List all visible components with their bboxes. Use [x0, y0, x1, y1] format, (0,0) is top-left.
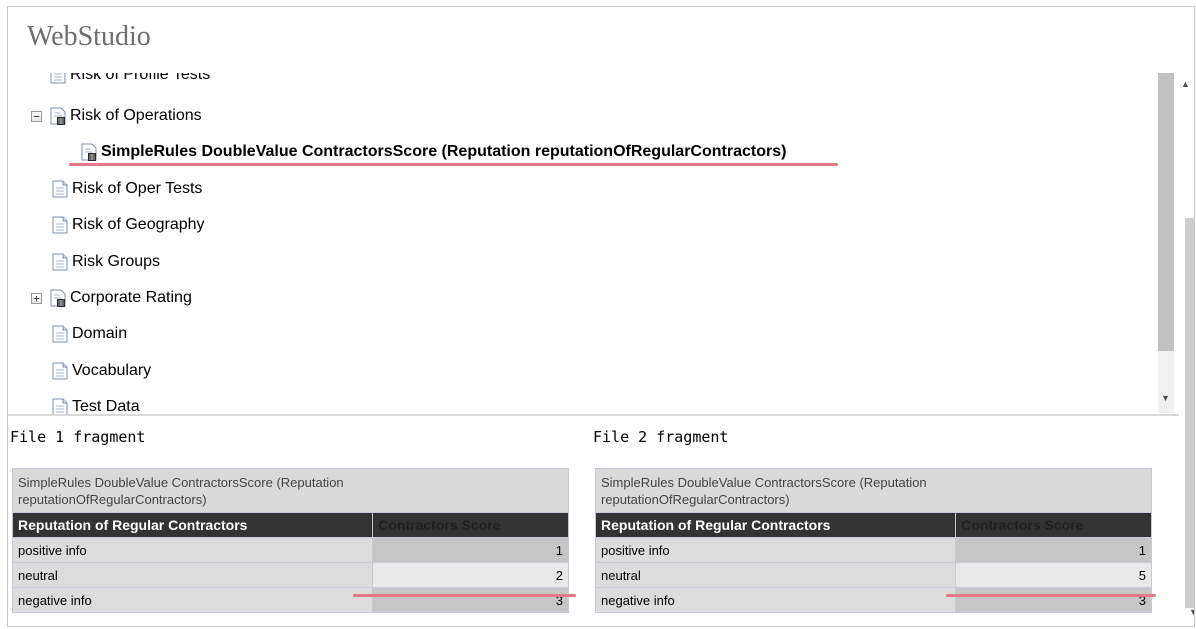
table-caption-line: reputationOfRegularContractors)	[18, 492, 207, 507]
table-row: negative info 3	[11, 587, 569, 613]
tree-item-domain[interactable]: Domain	[52, 323, 127, 345]
table-row: negative info 3	[594, 587, 1152, 613]
column-header: Contractors Score	[955, 512, 1152, 538]
tree-item-risk-groups[interactable]: Risk Groups	[52, 251, 160, 273]
webstudio-window: WebStudio Risk of Profile Tests − Risk o…	[7, 6, 1195, 627]
tree-item-label: Risk Groups	[72, 253, 161, 270]
row-value: 2	[372, 562, 569, 588]
table-caption: SimpleRules DoubleValue ContractorsScore…	[595, 468, 1152, 513]
row-label: neutral	[594, 562, 957, 588]
table-header-row: Reputation of Regular Contractors Contra…	[594, 512, 1152, 538]
table-row: positive info 1	[11, 537, 569, 563]
tree-item-risk-of-geography[interactable]: Risk of Geography	[52, 214, 205, 236]
scroll-up-arrow-icon[interactable]: ▲	[1181, 79, 1190, 89]
table-document-icon	[50, 289, 66, 307]
app-title: WebStudio	[27, 21, 151, 52]
tree-item-label: Domain	[72, 325, 128, 342]
table-caption-row: SimpleRules DoubleValue ContractorsScore…	[595, 468, 1152, 513]
table-document-icon	[81, 143, 97, 161]
page-scroll-down-arrow-icon[interactable]: ▼	[1189, 607, 1194, 617]
tree-item-contractors-score-table[interactable]: SimpleRules DoubleValue ContractorsScore…	[81, 141, 786, 163]
app-header: WebStudio	[8, 7, 1194, 73]
table-caption-line: reputationOfRegularContractors)	[601, 492, 790, 507]
row-value: 1	[372, 537, 569, 563]
table-header-row: Reputation of Regular Contractors Contra…	[11, 512, 569, 538]
document-icon	[52, 325, 68, 343]
collapse-toggle-icon[interactable]: −	[31, 110, 42, 122]
row-value: 3	[955, 587, 1152, 613]
file2-rule-table: SimpleRules DoubleValue ContractorsScore…	[594, 468, 1152, 613]
tree-item-risk-of-oper-tests[interactable]: Risk of Oper Tests	[52, 178, 202, 200]
tree-item-label: Risk of Geography	[72, 216, 205, 233]
tree-item-label: Risk of Operations	[70, 107, 202, 124]
document-icon	[52, 398, 68, 414]
column-header: Contractors Score	[372, 512, 569, 538]
document-icon	[52, 253, 68, 271]
diff-underline	[353, 594, 576, 597]
table-caption-line: SimpleRules DoubleValue ContractorsScore…	[601, 475, 927, 490]
tree-item-risk-of-operations[interactable]: − Risk of Operations	[31, 105, 202, 127]
tree-item-label: Corporate Rating	[70, 289, 192, 306]
file2-fragment-title: File 2 fragment	[593, 428, 729, 446]
page-scrollbar-thumb[interactable]	[1185, 218, 1194, 608]
project-tree: Risk of Profile Tests − Risk of Operatio…	[8, 73, 1157, 414]
tree-item-risk-of-profile-tests[interactable]: Risk of Profile Tests	[50, 73, 210, 86]
tree-item-test-data[interactable]: Test Data	[52, 396, 140, 414]
tree-item-label: Risk of Oper Tests	[72, 180, 203, 197]
document-icon	[52, 180, 68, 198]
tree-item-label: SimpleRules DoubleValue ContractorsScore…	[101, 143, 787, 160]
diff-underline	[946, 594, 1156, 597]
row-label: negative info	[11, 587, 374, 613]
compare-pane: File 1 fragment File 2 fragment SimpleRu…	[8, 416, 1178, 626]
tree-item-label: Risk of Profile Tests	[70, 73, 211, 83]
row-value: 1	[955, 537, 1152, 563]
row-label: negative info	[594, 587, 957, 613]
table-row: neutral 2	[11, 562, 569, 588]
file1-fragment-title: File 1 fragment	[10, 428, 146, 446]
row-label: neutral	[11, 562, 374, 588]
highlight-underline	[69, 163, 838, 166]
column-header: Reputation of Regular Contractors	[594, 512, 957, 538]
table-row: positive info 1	[594, 537, 1152, 563]
table-caption-row: SimpleRules DoubleValue ContractorsScore…	[12, 468, 569, 513]
tree-item-label: Vocabulary	[72, 362, 152, 379]
expand-toggle-icon[interactable]: +	[31, 292, 42, 304]
tree-item-label: Test Data	[72, 398, 140, 414]
table-document-icon	[50, 107, 66, 125]
document-icon	[52, 216, 68, 234]
document-icon	[50, 73, 66, 84]
file1-rule-table: SimpleRules DoubleValue ContractorsScore…	[11, 468, 569, 613]
tree-item-vocabulary[interactable]: Vocabulary	[52, 360, 151, 382]
row-value: 3	[372, 587, 569, 613]
row-label: positive info	[594, 537, 957, 563]
tree-item-corporate-rating[interactable]: + Corporate Rating	[31, 287, 192, 309]
table-row: neutral 5	[594, 562, 1152, 588]
scroll-down-arrow-icon[interactable]: ▼	[1161, 393, 1170, 403]
table-caption-line: SimpleRules DoubleValue ContractorsScore…	[18, 475, 344, 490]
column-header: Reputation of Regular Contractors	[11, 512, 374, 538]
tree-scrollbar-thumb[interactable]	[1158, 73, 1174, 351]
table-caption: SimpleRules DoubleValue ContractorsScore…	[12, 468, 569, 513]
row-label: positive info	[11, 537, 374, 563]
document-icon	[52, 362, 68, 380]
row-value: 5	[955, 562, 1152, 588]
